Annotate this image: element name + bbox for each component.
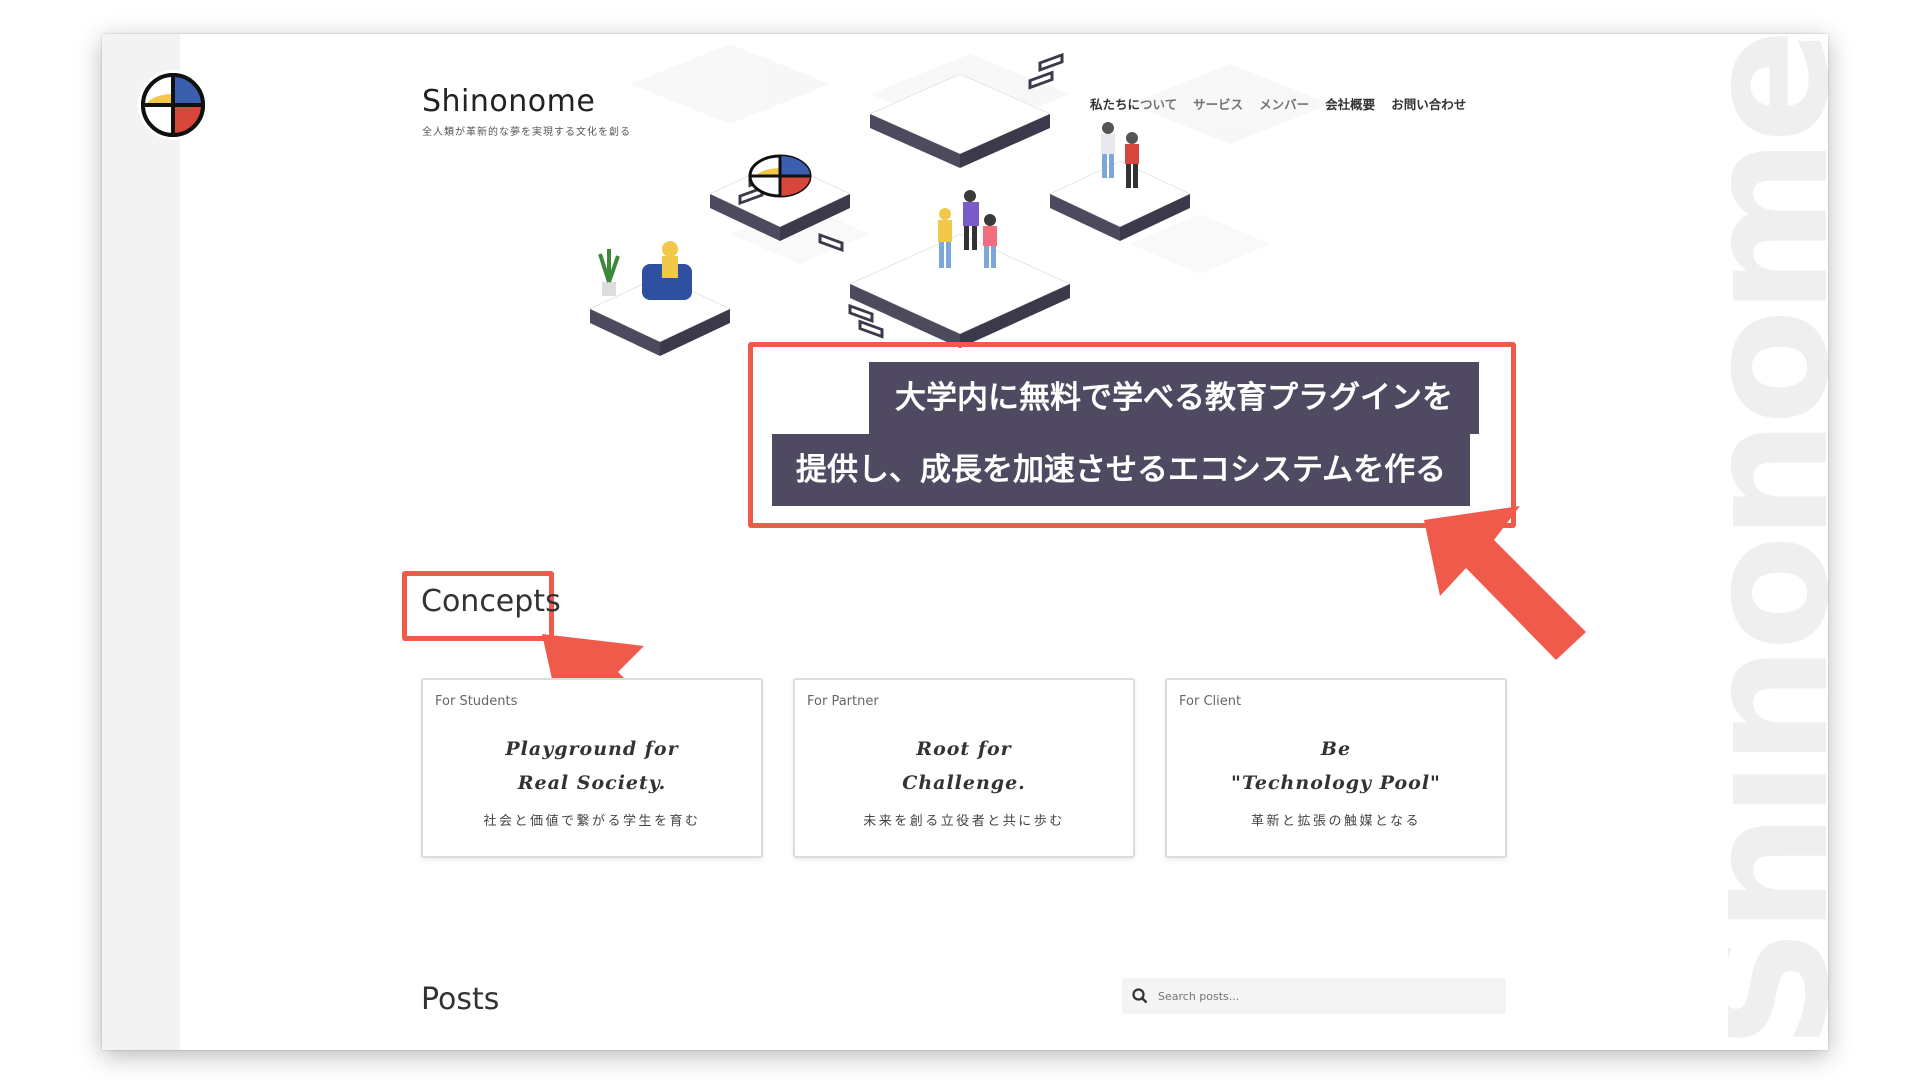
search-input[interactable] <box>1158 989 1478 1003</box>
card-subtitle: 革新と拡張の触媒となる <box>1250 814 1422 829</box>
platform-logo <box>748 154 812 198</box>
hero-tagline-line2: 提供し、成長を加速させるエコシステムを作る <box>772 434 1471 506</box>
nav-item-contact[interactable]: お問い合わせ <box>1391 94 1466 113</box>
concept-card-partner[interactable]: For Partner Root for Challenge. 未来を創る立役者… <box>793 678 1135 858</box>
left-rail <box>102 34 180 1050</box>
concepts-title: Concepts <box>421 584 561 619</box>
card-motto: Playground for Real Society. <box>505 738 679 794</box>
card-subtitle: 社会と価値で繋がる学生を育む <box>483 814 701 829</box>
card-label: For Client <box>1179 694 1242 709</box>
card-label: For Students <box>435 694 518 709</box>
card-motto: Root for Challenge. <box>902 738 1026 794</box>
shinonome-logo-icon[interactable] <box>138 70 208 140</box>
hero-illustration <box>588 44 1330 356</box>
plant <box>598 249 620 296</box>
search-icon <box>1132 988 1148 1004</box>
concept-card-students[interactable]: For Students Playground for Real Society… <box>421 678 763 858</box>
right-rail: Shinonome <box>1728 34 1828 1050</box>
arrow-annotation-icon <box>1424 506 1586 660</box>
hero-tagline-line1: 大学内に無料で学べる教育プラグインを <box>869 362 1479 434</box>
watermark-text: Shinonome <box>1728 34 1828 1050</box>
card-label: For Partner <box>807 694 879 709</box>
search-box[interactable] <box>1122 978 1506 1014</box>
card-motto: Be "Technology Pool" <box>1231 738 1441 794</box>
card-subtitle: 未来を創る立役者と共に歩む <box>863 814 1065 829</box>
posts-title: Posts <box>421 982 500 1017</box>
seated-person <box>642 241 692 300</box>
concept-card-client[interactable]: For Client Be "Technology Pool" 革新と拡張の触媒… <box>1165 678 1507 858</box>
